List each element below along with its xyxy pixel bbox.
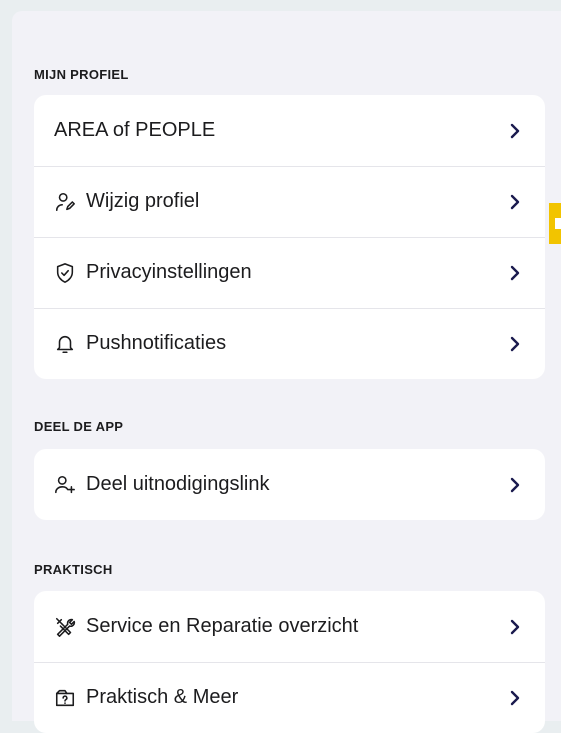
- row-deel-uitnodigingslink[interactable]: Deel uitnodigingslink: [34, 449, 545, 520]
- bell-icon: [54, 333, 76, 355]
- chevron-right-icon: [509, 690, 521, 706]
- chevron-right-icon: [509, 619, 521, 635]
- group-mijn-profiel: AREA of PEOPLE Wijzig profiel Privacyins…: [34, 95, 545, 379]
- user-plus-icon: [54, 474, 76, 496]
- row-label: Praktisch & Meer: [86, 686, 239, 708]
- tools-icon: [54, 616, 76, 638]
- group-praktisch: Service en Reparatie overzicht Praktisch…: [34, 591, 545, 733]
- section-header-praktisch: PRAKTISCH: [34, 562, 113, 577]
- help-box-icon: [54, 687, 76, 709]
- shield-check-icon: [54, 262, 76, 284]
- edge-marker: [549, 203, 561, 244]
- row-privacyinstellingen[interactable]: Privacyinstellingen: [34, 237, 545, 308]
- row-wijzig-profiel[interactable]: Wijzig profiel: [34, 166, 545, 237]
- chevron-right-icon: [509, 336, 521, 352]
- chevron-right-icon: [509, 194, 521, 210]
- row-praktisch-en-meer[interactable]: Praktisch & Meer: [34, 662, 545, 733]
- section-header-deel-de-app: DEEL DE APP: [34, 419, 124, 434]
- chevron-right-icon: [509, 123, 521, 139]
- row-label: Service en Reparatie overzicht: [86, 615, 359, 637]
- row-area-of-people[interactable]: AREA of PEOPLE: [34, 95, 545, 166]
- row-pushnotificaties[interactable]: Pushnotificaties: [34, 308, 545, 379]
- user-edit-icon: [54, 191, 76, 213]
- section-header-mijn-profiel: MIJN PROFIEL: [34, 67, 129, 82]
- chevron-right-icon: [509, 477, 521, 493]
- row-label: Pushnotificaties: [86, 332, 227, 354]
- row-label: Privacyinstellingen: [86, 261, 252, 283]
- row-label: Deel uitnodigingslink: [86, 473, 270, 495]
- row-label: Wijzig profiel: [86, 190, 200, 212]
- group-deel-de-app: Deel uitnodigingslink: [34, 449, 545, 520]
- row-service-en-reparatie[interactable]: Service en Reparatie overzicht: [34, 591, 545, 662]
- chevron-right-icon: [509, 265, 521, 281]
- row-label: AREA of PEOPLE: [54, 119, 216, 141]
- settings-panel: MIJN PROFIEL AREA of PEOPLE Wijzig profi…: [12, 11, 561, 733]
